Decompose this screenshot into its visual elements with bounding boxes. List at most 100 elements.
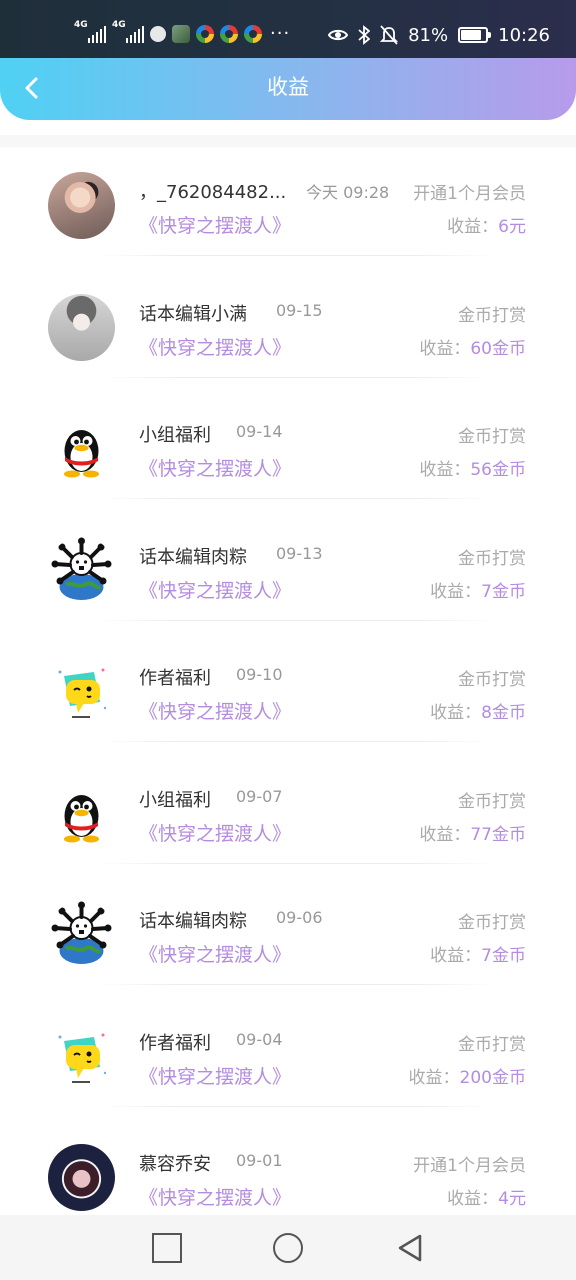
- item-date: 09-01: [236, 1151, 283, 1170]
- avatar[interactable]: [48, 1144, 115, 1211]
- income-type: 开通1个月会员: [413, 1156, 526, 1176]
- avatar[interactable]: [48, 415, 115, 482]
- income-list-item[interactable]: 小组福利 09-14 金币打赏 《快穿之摆渡人》 收益：56金币: [0, 378, 576, 499]
- status-bar: 4G 4G ··· 81% 10:26: [0, 0, 576, 60]
- income-value: 7金币: [481, 946, 526, 966]
- income-list-item[interactable]: 话本编辑肉粽 09-13 金币打赏 《快穿之摆渡人》 收益：7金币: [0, 500, 576, 621]
- network-type: 4G: [74, 20, 88, 30]
- income-amount: 收益：7金币: [430, 577, 526, 602]
- income-label: 收益：: [419, 338, 471, 359]
- home-button[interactable]: [273, 1233, 303, 1263]
- income-value: 77金币: [470, 824, 526, 845]
- book-title-link[interactable]: 《快穿之摆渡人》: [139, 576, 291, 603]
- book-title-link[interactable]: 《快穿之摆渡人》: [139, 819, 291, 846]
- chat-bubble-icon: [58, 668, 107, 718]
- income-amount: 收益：6元: [447, 212, 526, 237]
- battery-percent: 81%: [408, 24, 449, 46]
- penguin-icon: [64, 430, 99, 478]
- clock: 10:26: [498, 24, 550, 46]
- income-value: 6元: [498, 217, 526, 237]
- page-title: 收益: [267, 75, 309, 99]
- income-label: 收益：: [447, 217, 499, 237]
- item-date: 09-06: [276, 908, 323, 927]
- income-value: 56金币: [470, 460, 526, 480]
- income-value: 8金币: [481, 703, 526, 723]
- income-list-item[interactable]: 作者福利 09-04 金币打赏 《快穿之摆渡人》 收益：200金币: [0, 986, 576, 1107]
- income-type: 金币打赏: [458, 913, 526, 933]
- avatar[interactable]: [48, 172, 115, 239]
- book-title-link[interactable]: 《快穿之摆渡人》: [139, 940, 291, 967]
- app-ring-icon-3: [244, 25, 262, 43]
- income-type: 开通1个月会员: [413, 184, 526, 204]
- income-amount: 收益：7金币: [430, 941, 526, 966]
- app-avatar-icon: [172, 25, 190, 43]
- income-amount: 收益：56金币: [419, 455, 526, 480]
- income-list-item[interactable]: 小组福利 09-07 金币打赏 《快穿之摆渡人》 收益：77金币: [0, 743, 576, 864]
- status-left: 4G 4G ···: [74, 21, 291, 46]
- income-list[interactable]: ，_762084482... 今天 09:28 开通1个月会员 《快穿之摆渡人》 收益：…: [0, 135, 576, 1215]
- item-date: 09-13: [276, 543, 323, 563]
- book-title-link[interactable]: 《快穿之摆渡人》: [139, 333, 291, 360]
- header-bar: 收益: [0, 58, 576, 120]
- income-label: 收益：: [408, 1067, 460, 1088]
- item-date: 今天 09:28: [306, 183, 390, 202]
- book-title-link[interactable]: 《快穿之摆渡人》: [139, 454, 291, 481]
- user-name: 作者福利: [139, 1032, 211, 1054]
- user-name: 小组福利: [139, 425, 211, 446]
- book-title-link[interactable]: 《快穿之摆渡人》: [139, 697, 291, 724]
- triangle-back-icon: [398, 1234, 422, 1262]
- penguin-icon: [64, 794, 99, 842]
- back-nav-button[interactable]: [396, 1233, 426, 1263]
- app-ring-icon-2: [220, 25, 238, 43]
- earth-doodle-icon: [51, 901, 112, 964]
- income-list-item[interactable]: 慕容乔安 09-01 开通1个月会员《快穿之摆渡人》 收益：4元: [0, 1107, 576, 1215]
- recent-apps-button[interactable]: [152, 1233, 182, 1263]
- app-ring-icon: [196, 25, 214, 43]
- item-date: 09-10: [236, 665, 283, 684]
- item-date: 09-15: [276, 300, 323, 320]
- income-amount: 收益：8金币: [430, 698, 526, 723]
- income-amount: 收益：60金币: [419, 334, 526, 359]
- earth-doodle-icon: [51, 537, 112, 600]
- system-nav-bar: [0, 1215, 576, 1280]
- income-value: 4元: [498, 1189, 526, 1209]
- income-type: 金币打赏: [458, 548, 526, 569]
- bluetooth-icon: [358, 25, 371, 45]
- avatar[interactable]: [48, 536, 115, 604]
- status-right: 81% 10:26: [328, 22, 550, 48]
- income-list-item[interactable]: 作者福利 09-10 金币打赏 《快穿之摆渡人》 收益：8金币: [0, 621, 576, 742]
- income-amount: 收益：77金币: [419, 820, 526, 845]
- income-list-item[interactable]: 话本编辑小满 09-15 金币打赏 《快穿之摆渡人》 收益：60金币: [0, 257, 576, 378]
- income-label: 收益：: [430, 946, 482, 966]
- signal-icon: 4G: [74, 21, 106, 43]
- income-label: 收益：: [447, 1189, 499, 1209]
- item-date: 09-07: [236, 786, 283, 806]
- avatar[interactable]: [48, 901, 115, 968]
- book-title-link[interactable]: 《快穿之摆渡人》: [139, 211, 291, 238]
- eye-icon: [328, 29, 349, 41]
- chat-bubble-icon: [58, 1033, 107, 1083]
- user-name: 慕容乔安: [139, 1154, 211, 1175]
- income-label: 收益：: [430, 581, 482, 602]
- income-label: 收益：: [419, 460, 471, 480]
- income-label: 收益：: [430, 703, 482, 723]
- book-title-link[interactable]: 《快穿之摆渡人》: [139, 1062, 291, 1089]
- signal-icon-2: 4G: [112, 21, 144, 43]
- avatar[interactable]: [48, 293, 115, 361]
- avatar[interactable]: [48, 658, 115, 725]
- avatar[interactable]: [48, 1022, 115, 1090]
- avatar[interactable]: [48, 779, 115, 847]
- income-value: 60金币: [470, 338, 526, 359]
- item-date: 09-14: [236, 422, 283, 441]
- book-title-link[interactable]: 《快穿之摆渡人》: [139, 1183, 291, 1210]
- income-list-item[interactable]: 话本编辑肉粽 09-06 金币打赏《快穿之摆渡人》 收益：7金币: [0, 864, 576, 985]
- user-name: 作者福利: [139, 668, 211, 689]
- more-notifications-icon: ···: [270, 23, 291, 44]
- income-list-item[interactable]: ，_762084482... 今天 09:28 开通1个月会员 《快穿之摆渡人》 收益：…: [0, 135, 576, 256]
- income-type: 金币打赏: [458, 791, 526, 812]
- user-name: 话本编辑肉粽: [139, 911, 247, 932]
- network-type-2: 4G: [112, 20, 126, 30]
- item-date: 09-04: [236, 1029, 283, 1049]
- income-label: 收益：: [419, 824, 471, 845]
- income-amount: 收益：4元: [447, 1184, 526, 1209]
